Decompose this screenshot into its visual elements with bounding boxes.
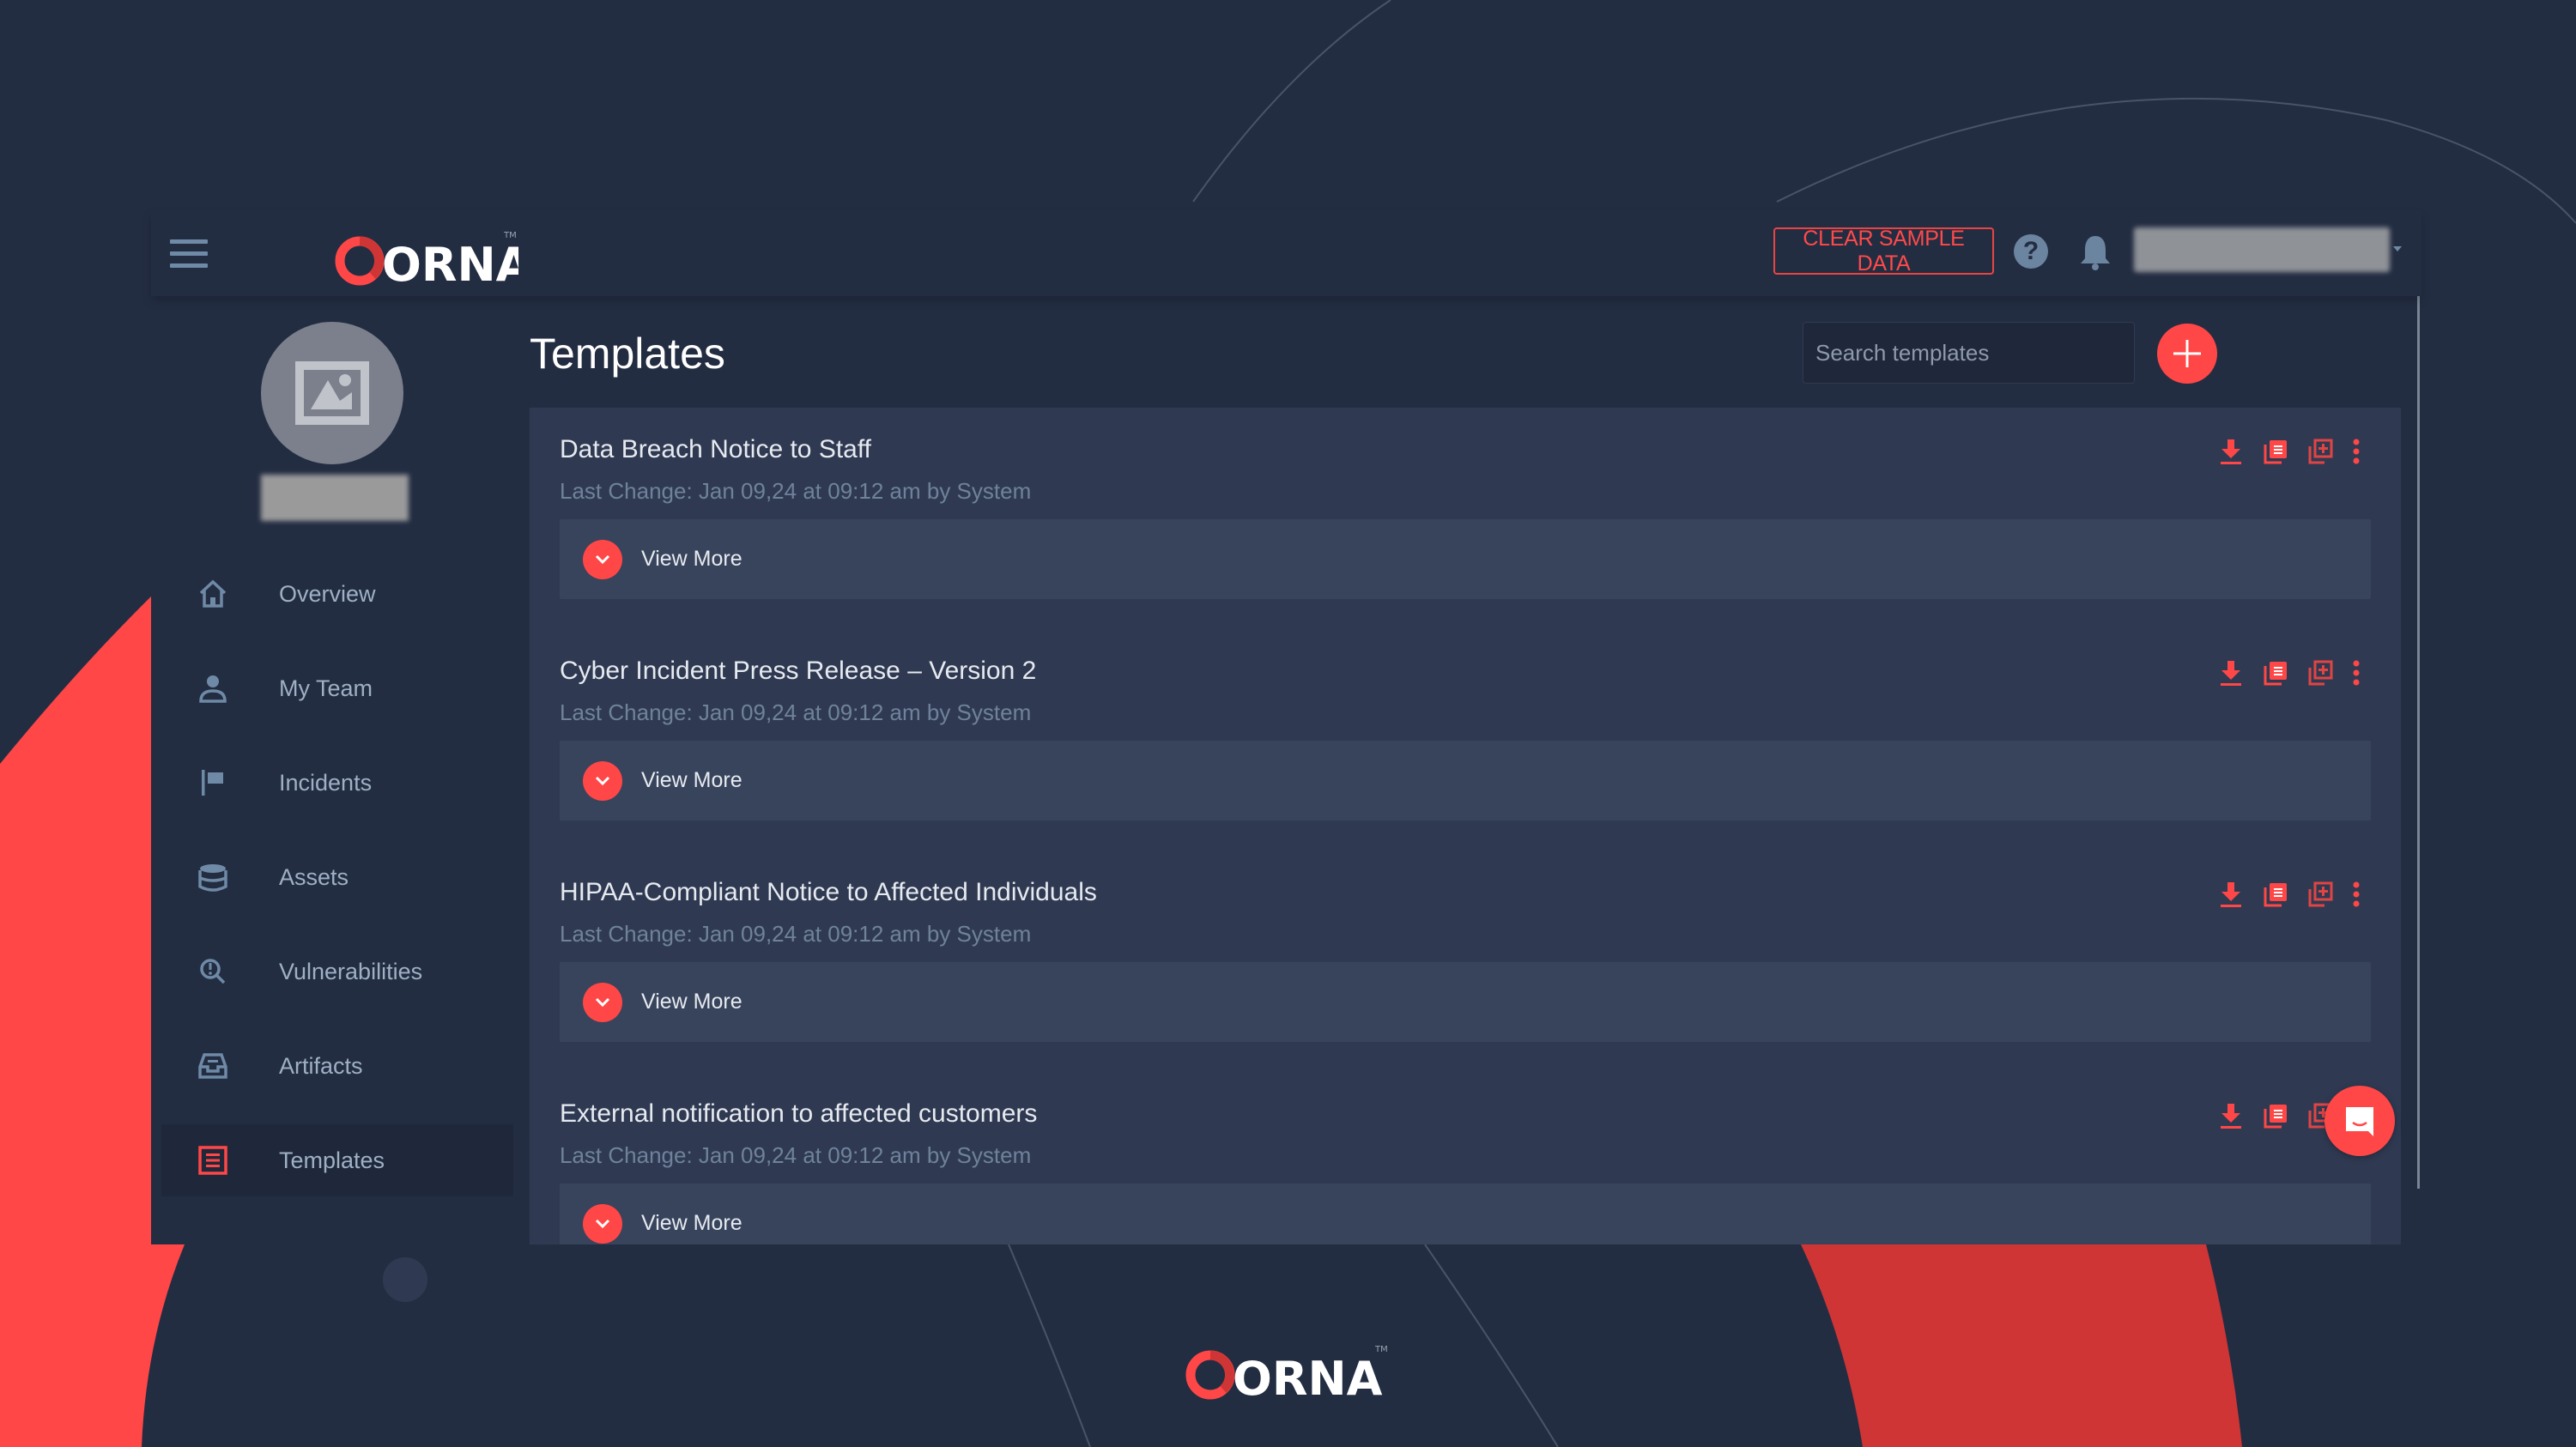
template-last-change: Last Change: Jan 09,24 at 09:12 am by Sy… [560,699,1032,725]
copy-list-icon[interactable] [2261,436,2290,467]
sidebar-item-incidents[interactable]: Incidents [161,747,513,819]
image-placeholder-icon [295,361,369,425]
chevron-down-icon [583,982,622,1022]
duplicate-plus-icon[interactable] [2306,657,2335,688]
plus-icon [2173,340,2201,367]
page-title: Templates [530,330,725,378]
chevron-down-icon [583,539,622,579]
footer-logo-text: ORNA [1233,1352,1383,1403]
sidebar-item-label: My Team [279,675,373,701]
sidebar-item-templates[interactable]: Templates [161,1124,513,1196]
download-icon[interactable] [2216,436,2246,467]
sidebar-item-label: Artifacts [279,1052,363,1079]
view-more-label: View More [641,1211,742,1235]
home-icon [197,578,228,609]
logo-text: ORNA [382,238,518,291]
download-icon[interactable] [2216,1100,2246,1131]
caret-down-icon[interactable] [2393,246,2402,251]
flag-icon [197,767,228,798]
view-more-label: View More [641,547,742,571]
sidebar-item-label: Overview [279,580,376,607]
copy-list-icon[interactable] [2261,1100,2290,1131]
template-title[interactable]: Cyber Incident Press Release – Version 2 [560,657,1036,686]
kebab-menu-icon[interactable] [2350,879,2362,910]
avatar[interactable] [261,322,403,464]
bell-icon[interactable] [2078,233,2112,272]
hamburger-icon[interactable] [170,236,208,270]
view-more-toggle[interactable]: View More [560,962,2371,1042]
search-alert-icon [197,956,228,987]
template-title[interactable]: External notification to affected custom… [560,1099,1037,1129]
database-icon [197,862,228,893]
download-icon[interactable] [2216,879,2246,910]
template-actions [2216,879,2362,910]
orna-logo[interactable]: ORNA TM [334,222,518,291]
template-card: External notification to affected custom… [530,1072,2401,1244]
template-actions [2216,436,2362,467]
sidebar: Overview My Team Incidents Assets Vulner… [151,296,516,1302]
logo-trademark: TM [503,231,517,240]
template-title[interactable]: HIPAA-Compliant Notice to Affected Indiv… [560,878,1097,907]
sidebar-item-my-team[interactable]: My Team [161,652,513,724]
sidebar-item-label: Incidents [279,769,373,796]
template-last-change: Last Change: Jan 09,24 at 09:12 am by Sy… [560,478,1032,504]
sidebar-item-label: Templates [279,1147,385,1173]
kebab-menu-icon[interactable] [2350,436,2362,467]
footer-logo-trademark: TM [1374,1345,1388,1354]
main-content: Templates Data Breach Notice to Staff La… [530,296,2401,1244]
footer-orna-logo: ORNA TM [1185,1345,1388,1403]
add-template-button[interactable] [2157,324,2217,384]
user-menu[interactable] [2134,227,2390,272]
view-more-toggle[interactable]: View More [560,1184,2371,1244]
kebab-menu-icon[interactable] [2350,657,2362,688]
template-card: Cyber Incident Press Release – Version 2… [530,629,2401,851]
chevron-down-icon [583,1203,622,1244]
duplicate-plus-icon[interactable] [2306,879,2335,910]
view-more-label: View More [641,768,742,792]
user-icon [197,673,228,704]
view-more-toggle[interactable]: View More [560,519,2371,599]
view-more-label: View More [641,990,742,1014]
copy-list-icon[interactable] [2261,879,2290,910]
search-input[interactable] [1803,322,2135,384]
view-more-toggle[interactable]: View More [560,741,2371,820]
chevron-down-icon [583,760,622,801]
top-bar: ORNA TM CLEAR SAMPLE DATA ? [151,210,2421,296]
template-actions [2216,657,2362,688]
sidebar-item-artifacts[interactable]: Artifacts [161,1030,513,1102]
template-title[interactable]: Data Breach Notice to Staff [560,435,871,464]
download-icon[interactable] [2216,657,2246,688]
inbox-icon [197,1050,228,1081]
sidebar-collapse-handle[interactable] [383,1257,427,1302]
user-name-redacted [261,475,409,521]
list-document-icon [197,1145,228,1176]
sidebar-item-assets[interactable]: Assets [161,841,513,913]
chat-button[interactable] [2324,1086,2395,1156]
duplicate-plus-icon[interactable] [2306,436,2335,467]
template-last-change: Last Change: Jan 09,24 at 09:12 am by Sy… [560,921,1032,947]
sidebar-item-label: Assets [279,863,349,890]
sidebar-item-overview[interactable]: Overview [161,558,513,630]
copy-list-icon[interactable] [2261,657,2290,688]
template-last-change: Last Change: Jan 09,24 at 09:12 am by Sy… [560,1142,1032,1168]
template-card: Data Breach Notice to Staff Last Change:… [530,408,2401,629]
sidebar-item-label: Vulnerabilities [279,958,423,984]
chat-smile-icon [2346,1107,2373,1136]
question-circle-icon[interactable]: ? [2014,234,2048,269]
templates-list: Data Breach Notice to Staff Last Change:… [530,408,2401,1244]
app-window: ORNA TM CLEAR SAMPLE DATA ? Overview My … [151,210,2421,1302]
clear-sample-data-button[interactable]: CLEAR SAMPLE DATA [1773,227,1994,275]
scrollbar[interactable] [2417,245,2420,1189]
template-card: HIPAA-Compliant Notice to Affected Indiv… [530,851,2401,1072]
sidebar-item-vulnerabilities[interactable]: Vulnerabilities [161,935,513,1008]
